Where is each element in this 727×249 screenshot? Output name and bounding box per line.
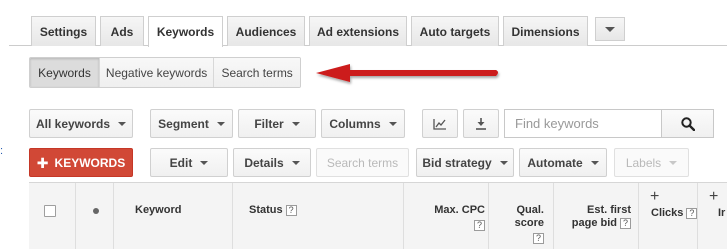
- edit-button[interactable]: Edit: [150, 148, 228, 177]
- est-bid-header-line1: Est. first: [586, 204, 631, 216]
- add-column-plus-icon[interactable]: +: [650, 188, 659, 206]
- line-chart-icon: [433, 118, 446, 130]
- help-icon[interactable]: ?: [533, 232, 544, 244]
- keyword-subtabs: Keywords Negative keywords Search terms: [29, 57, 301, 88]
- tab-label: Dimensions: [511, 24, 580, 39]
- chevron-down-icon: [216, 121, 225, 126]
- segment-label: Segment: [158, 116, 209, 131]
- column-header-keyword[interactable]: Keyword: [135, 204, 181, 216]
- add-keywords-label: KEYWORDS: [54, 155, 126, 170]
- filter-label: Filter: [254, 116, 284, 131]
- chevron-down-icon: [605, 26, 615, 32]
- chevron-down-icon: [291, 160, 300, 165]
- select-all-checkbox[interactable]: [44, 205, 56, 217]
- subtab-keywords[interactable]: Keywords: [30, 58, 100, 87]
- max-cpc-header-label: Max. CPC: [434, 204, 485, 216]
- tab-dimensions[interactable]: Dimensions: [503, 16, 588, 46]
- tab-ad-extensions[interactable]: Ad extensions: [309, 16, 407, 46]
- column-header-max-cpc[interactable]: Max. CPC ?: [403, 204, 485, 231]
- download-button[interactable]: [463, 109, 499, 138]
- chevron-down-icon: [590, 160, 599, 165]
- column-divider: [75, 183, 76, 249]
- segment-button[interactable]: Segment: [150, 109, 233, 138]
- automate-label: Automate: [527, 155, 583, 170]
- subtab-search-terms[interactable]: Search terms: [214, 58, 300, 87]
- column-header-impressions[interactable]: Ir: [718, 207, 725, 219]
- tab-label: Keywords: [156, 25, 215, 39]
- labels-button[interactable]: Labels: [614, 148, 689, 177]
- tab-label: Ads: [110, 24, 134, 39]
- impr-header-label: Ir: [718, 207, 726, 219]
- help-icon[interactable]: ?: [620, 217, 631, 229]
- clicks-header-label: Clicks: [651, 207, 684, 219]
- status-header-label: Status: [249, 204, 283, 216]
- chevron-down-icon: [200, 160, 209, 165]
- search-input[interactable]: [504, 109, 661, 138]
- column-divider: [113, 183, 114, 249]
- column-header-est-first-page-bid[interactable]: Est. first page bid?: [553, 204, 631, 230]
- chart-toggle-button[interactable]: [422, 109, 458, 138]
- chevron-down-icon: [669, 160, 678, 165]
- find-keywords-search: [504, 109, 714, 138]
- bid-strategy-label: Bid strategy: [422, 155, 492, 170]
- subtab-label: Search terms: [221, 65, 293, 80]
- search-terms-button[interactable]: Search terms: [316, 148, 409, 177]
- help-icon[interactable]: ?: [474, 219, 485, 231]
- search-terms-label: Search terms: [326, 155, 399, 170]
- edit-label: Edit: [169, 155, 193, 170]
- search-button[interactable]: [661, 109, 714, 138]
- column-divider: [232, 183, 233, 249]
- chevron-down-icon: [118, 121, 127, 126]
- qual-score-header-line1: Qual.: [516, 204, 544, 216]
- qual-score-header-line2: score: [514, 217, 544, 229]
- details-button[interactable]: Details: [233, 148, 311, 177]
- subtab-negative-keywords[interactable]: Negative keywords: [99, 58, 215, 87]
- search-icon: [680, 116, 695, 131]
- add-column-plus-icon[interactable]: +: [709, 188, 718, 206]
- add-keywords-button[interactable]: ✚ KEYWORDS: [29, 148, 133, 177]
- keyword-header-label: Keyword: [135, 204, 182, 216]
- est-bid-header-line2: page bid: [571, 217, 617, 229]
- all-keywords-dropdown[interactable]: All keywords: [29, 109, 133, 138]
- left-edge-fragment: :: [0, 145, 4, 157]
- details-label: Details: [244, 155, 284, 170]
- annotation-arrow-icon: [316, 64, 498, 82]
- automate-button[interactable]: Automate: [519, 148, 607, 177]
- status-dot-icon: [93, 208, 99, 214]
- column-header-status[interactable]: Status?: [249, 204, 297, 216]
- columns-label: Columns: [329, 116, 381, 131]
- chevron-down-icon: [499, 160, 508, 165]
- chevron-down-icon: [291, 121, 300, 126]
- subtab-label: Keywords: [38, 65, 91, 80]
- tab-audiences[interactable]: Audiences: [227, 16, 305, 46]
- help-icon[interactable]: ?: [285, 204, 297, 216]
- subtab-label: Negative keywords: [105, 65, 208, 80]
- columns-button[interactable]: Columns: [321, 109, 405, 138]
- download-icon: [476, 118, 486, 130]
- tab-ads[interactable]: Ads: [100, 16, 144, 46]
- column-header-qual-score[interactable]: Qual. score ?: [488, 204, 544, 245]
- labels-label: Labels: [625, 155, 662, 170]
- help-icon[interactable]: ?: [686, 207, 698, 219]
- all-keywords-label: All keywords: [35, 116, 111, 131]
- chevron-down-icon: [388, 121, 397, 126]
- tab-label: Audiences: [235, 24, 297, 39]
- tab-auto-targets[interactable]: Auto targets: [411, 16, 499, 46]
- more-tabs-dropdown[interactable]: [595, 17, 625, 41]
- tab-label: Settings: [39, 24, 88, 39]
- column-divider: [638, 183, 639, 249]
- plus-icon: ✚: [36, 154, 49, 171]
- filter-button[interactable]: Filter: [238, 109, 316, 138]
- tab-label: Auto targets: [419, 24, 491, 39]
- bid-strategy-button[interactable]: Bid strategy: [416, 148, 514, 177]
- column-header-clicks[interactable]: Clicks?: [651, 207, 698, 219]
- tab-label: Ad extensions: [316, 24, 400, 39]
- tab-settings[interactable]: Settings: [31, 16, 96, 46]
- tab-keywords[interactable]: Keywords: [148, 16, 223, 47]
